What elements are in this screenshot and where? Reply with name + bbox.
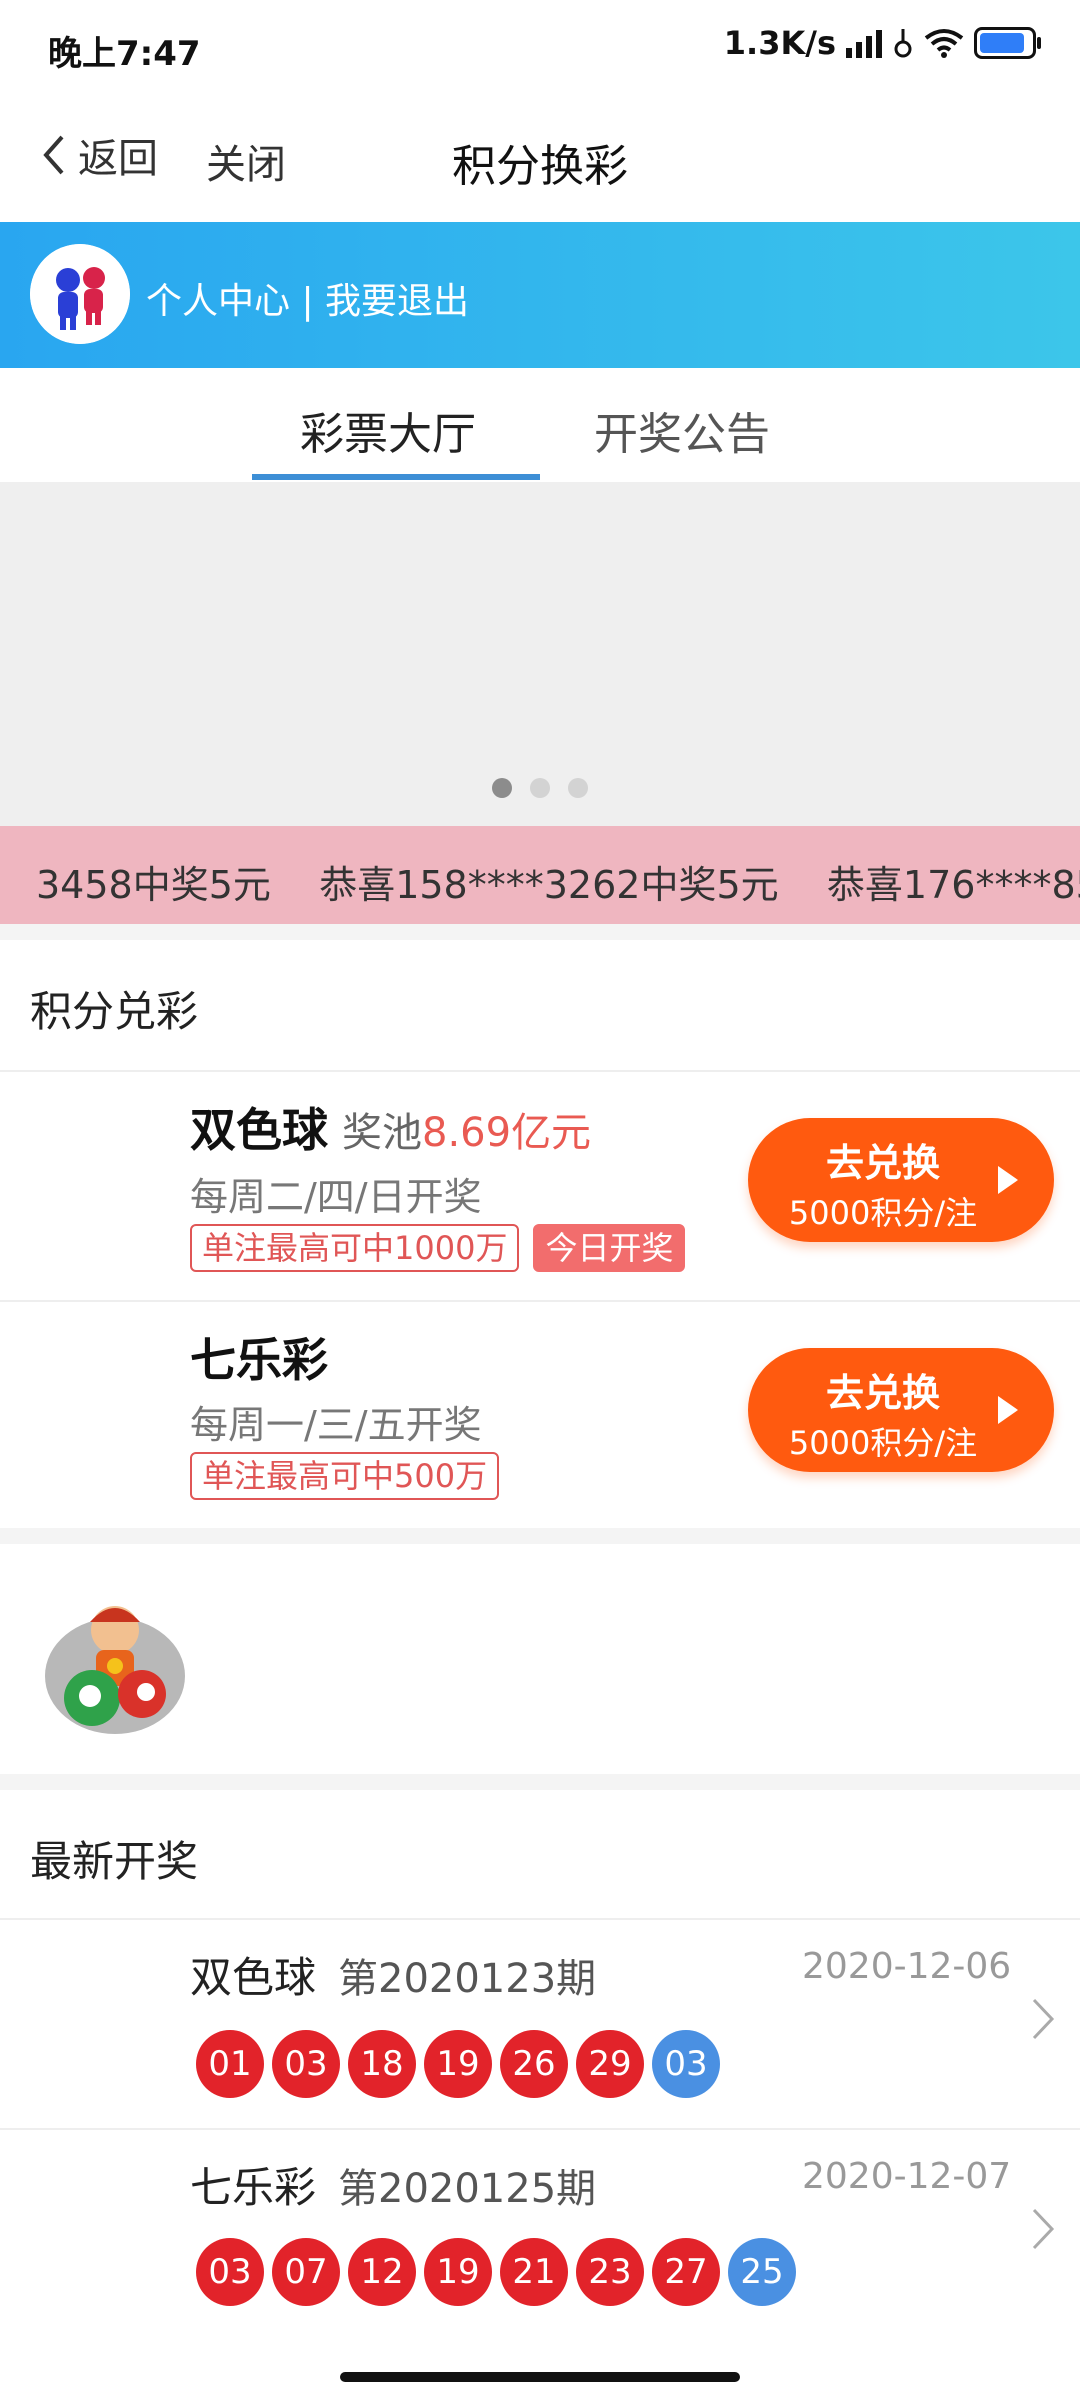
lottery-mascot-icon (45, 1606, 185, 1734)
red-ball: 19 (424, 2030, 492, 2098)
red-ball: 23 (576, 2238, 644, 2306)
marquee-text: 3458中奖5元 恭喜158****3262中奖5元 恭喜176****856 (36, 863, 1080, 907)
banner-carousel[interactable] (0, 482, 1080, 826)
exchange-button-cost: 5000积分/注 (788, 1194, 978, 1232)
page-title: 积分换彩 (452, 141, 628, 192)
status-time: 晚上7:47 (48, 34, 201, 74)
red-ball: 19 (424, 2238, 492, 2306)
draw-schedule: 每周二/四/日开奖 (190, 1175, 482, 1219)
draw-balls: 01 03 18 19 26 29 03 (196, 2030, 720, 2098)
alarm-icon (894, 29, 912, 58)
exchange-button-label: 去兑换 (825, 1371, 940, 1415)
blue-ball: 03 (652, 2030, 720, 2098)
chevron-right-icon (1032, 2208, 1055, 2250)
battery-icon (974, 27, 1041, 59)
lottery-name: 七乐彩 (190, 1333, 328, 1387)
jackpot: 奖池8.69亿元 (342, 1110, 592, 1156)
tab-indicator (252, 474, 540, 480)
exchange-button[interactable]: 去兑换 5000积分/注 (748, 1348, 1054, 1472)
red-ball: 21 (500, 2238, 568, 2306)
red-ball: 03 (272, 2030, 340, 2098)
status-bar: 晚上7:47 1.3K/s (0, 0, 1080, 96)
exchange-button-cost: 5000积分/注 (788, 1424, 978, 1462)
tab-bar: 彩票大厅 开奖公告 (0, 368, 1080, 482)
network-speed: 1.3K/s (723, 24, 836, 62)
user-header: 个人中心 | 我要退出 (0, 222, 1080, 368)
status-icons: 1.3K/s (723, 24, 1041, 62)
draw-row-qlc[interactable]: 七乐彩 第2020125期 2020-12-07 03 07 12 19 21 … (0, 2130, 1080, 2338)
lottery-item-qlc[interactable]: 七乐彩 每周一/三/五开奖 单注最高可中500万 去兑换 5000积分/注 (0, 1302, 1080, 1528)
section-gap (0, 924, 1080, 940)
tab-lottery-hall[interactable]: 彩票大厅 (300, 398, 476, 462)
red-ball: 01 (196, 2030, 264, 2098)
lottery-name: 双色球 (190, 1103, 328, 1157)
carousel-dot-active[interactable] (492, 778, 512, 798)
red-ball: 27 (652, 2238, 720, 2306)
draw-issue: 第2020123期 (338, 1956, 597, 2002)
draw-issue: 第2020125期 (338, 2166, 597, 2212)
mascot-image[interactable] (40, 1586, 190, 1736)
signal-icon (846, 28, 882, 58)
red-ball: 03 (196, 2238, 264, 2306)
section-gap (0, 1774, 1080, 1790)
draw-date: 2020-12-06 (802, 1946, 1012, 1987)
play-icon (998, 1396, 1018, 1424)
red-ball: 12 (348, 2238, 416, 2306)
home-indicator[interactable] (340, 2372, 740, 2382)
max-prize-tag: 单注最高可中500万 (190, 1452, 500, 1500)
red-ball: 29 (576, 2030, 644, 2098)
exchange-button[interactable]: 去兑换 5000积分/注 (748, 1118, 1054, 1242)
tab-draw-notice[interactable]: 开奖公告 (594, 398, 770, 462)
user-center-link[interactable]: 个人中心 | 我要退出 (146, 272, 469, 324)
carousel-dot[interactable] (568, 778, 588, 798)
winner-marquee: 3458中奖5元 恭喜158****3262中奖5元 恭喜176****856 (0, 826, 1080, 924)
section-gap (0, 1528, 1080, 1544)
bottom-area (0, 2338, 1080, 2400)
draw-balls: 03 07 12 19 21 23 27 25 (196, 2238, 796, 2306)
chevron-right-icon (1032, 1998, 1055, 2040)
draw-lottery-name: 双色球 (190, 1953, 317, 2002)
draw-row-ssq[interactable]: 双色球 第2020123期 2020-12-06 01 03 18 19 26 … (0, 1920, 1080, 2128)
play-icon (998, 1166, 1018, 1194)
lottery-item-ssq[interactable]: 双色球 奖池8.69亿元 每周二/四/日开奖 单注最高可中1000万 今日开奖 … (0, 1072, 1080, 1300)
wifi-icon (924, 29, 964, 58)
blue-ball: 25 (728, 2238, 796, 2306)
jackpot-value: 8.69亿元 (422, 1110, 592, 1156)
red-ball: 18 (348, 2030, 416, 2098)
avatar-figures-icon (30, 244, 130, 344)
red-ball: 26 (500, 2030, 568, 2098)
latest-draws-title: 最新开奖 (30, 1837, 199, 1886)
avatar[interactable] (30, 244, 130, 344)
red-ball: 07 (272, 2238, 340, 2306)
exchange-button-label: 去兑换 (825, 1141, 940, 1185)
max-prize-tag: 单注最高可中1000万 (190, 1224, 520, 1272)
exchange-section-title: 积分兑彩 (30, 987, 199, 1036)
draw-lottery-name: 七乐彩 (190, 2163, 317, 2212)
nav-bar: 返回 关闭 积分换彩 (0, 96, 1080, 220)
today-draw-badge: 今日开奖 (533, 1224, 686, 1272)
draw-date: 2020-12-07 (802, 2156, 1012, 2197)
carousel-dot[interactable] (530, 778, 550, 798)
draw-schedule: 每周一/三/五开奖 (190, 1403, 482, 1447)
